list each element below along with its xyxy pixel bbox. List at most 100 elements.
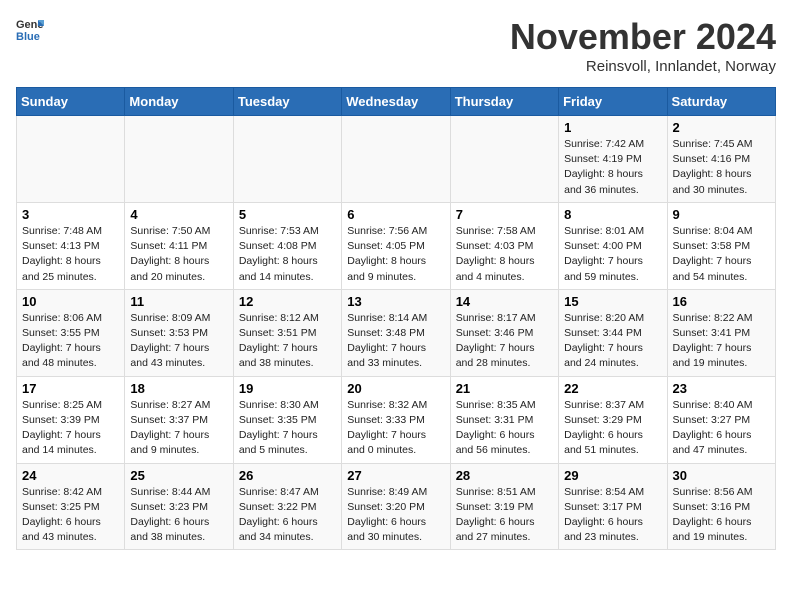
day-number: 10 — [22, 294, 119, 309]
calendar-cell: 7Sunrise: 7:58 AM Sunset: 4:03 PM Daylig… — [450, 202, 558, 289]
day-number: 19 — [239, 381, 336, 396]
subtitle: Reinsvoll, Innlandet, Norway — [510, 58, 776, 75]
calendar-cell: 4Sunrise: 7:50 AM Sunset: 4:11 PM Daylig… — [125, 202, 233, 289]
calendar-cell: 18 Sunrise: 8:27 AM Sunset: 3:37 PM Dayli… — [125, 376, 233, 463]
header-cell-saturday: Saturday — [667, 88, 775, 116]
svg-text:Blue: Blue — [16, 31, 40, 43]
calendar-cell: 26 Sunrise: 8:47 AM Sunset: 3:22 PM Dayli… — [233, 463, 341, 550]
day-info: Sunrise: 7:48 AM Sunset: 4:13 PM Dayligh… — [22, 224, 119, 285]
header-row: SundayMondayTuesdayWednesdayThursdayFrid… — [17, 88, 776, 116]
calendar-cell: 10 Sunrise: 8:06 AM Sunset: 3:55 PM Dayli… — [17, 289, 125, 376]
day-info: Sunrise: 8:01 AM Sunset: 4:00 PM Dayligh… — [564, 224, 661, 285]
header: General Blue November 2024 Reinsvoll, In… — [16, 16, 776, 75]
calendar-cell: 28 Sunrise: 8:51 AM Sunset: 3:19 PM Dayli… — [450, 463, 558, 550]
calendar-cell: 21 Sunrise: 8:35 AM Sunset: 3:31 PM Dayli… — [450, 376, 558, 463]
day-info: Sunrise: 7:56 AM Sunset: 4:05 PM Dayligh… — [347, 224, 444, 285]
day-info: Sunrise: 8:12 AM Sunset: 3:51 PM Dayligh… — [239, 311, 336, 372]
day-info: Sunrise: 8:56 AM Sunset: 3:16 PM Dayligh… — [673, 485, 770, 546]
day-number: 26 — [239, 468, 336, 483]
calendar-cell — [450, 116, 558, 203]
day-number: 24 — [22, 468, 119, 483]
day-info: Sunrise: 7:42 AM Sunset: 4:19 PM Dayligh… — [564, 137, 661, 198]
calendar-cell: 24 Sunrise: 8:42 AM Sunset: 3:25 PM Dayli… — [17, 463, 125, 550]
calendar-cell: 6Sunrise: 7:56 AM Sunset: 4:05 PM Daylig… — [342, 202, 450, 289]
week-row-1: 1Sunrise: 7:42 AM Sunset: 4:19 PM Daylig… — [17, 116, 776, 203]
day-number: 17 — [22, 381, 119, 396]
day-number: 8 — [564, 207, 661, 222]
day-info: Sunrise: 8:25 AM Sunset: 3:39 PM Dayligh… — [22, 398, 119, 459]
calendar-cell — [125, 116, 233, 203]
week-row-2: 3 Sunrise: 7:48 AM Sunset: 4:13 PM Daylig… — [17, 202, 776, 289]
day-info: Sunrise: 8:44 AM Sunset: 3:23 PM Dayligh… — [130, 485, 227, 546]
day-info: Sunrise: 8:32 AM Sunset: 3:33 PM Dayligh… — [347, 398, 444, 459]
day-number: 25 — [130, 468, 227, 483]
day-info: Sunrise: 8:27 AM Sunset: 3:37 PM Dayligh… — [130, 398, 227, 459]
calendar-cell: 12 Sunrise: 8:12 AM Sunset: 3:51 PM Dayli… — [233, 289, 341, 376]
calendar-cell: 15 Sunrise: 8:20 AM Sunset: 3:44 PM Dayli… — [559, 289, 667, 376]
title-section: November 2024 Reinsvoll, Innlandet, Norw… — [510, 16, 776, 75]
header-cell-wednesday: Wednesday — [342, 88, 450, 116]
calendar-cell: 5Sunrise: 7:53 AM Sunset: 4:08 PM Daylig… — [233, 202, 341, 289]
day-info: Sunrise: 7:45 AM Sunset: 4:16 PM Dayligh… — [673, 137, 770, 198]
day-number: 2 — [673, 120, 770, 135]
day-number: 14 — [456, 294, 553, 309]
day-number: 29 — [564, 468, 661, 483]
day-number: 13 — [347, 294, 444, 309]
day-info: Sunrise: 8:30 AM Sunset: 3:35 PM Dayligh… — [239, 398, 336, 459]
day-number: 9 — [673, 207, 770, 222]
day-info: Sunrise: 8:51 AM Sunset: 3:19 PM Dayligh… — [456, 485, 553, 546]
week-row-4: 17 Sunrise: 8:25 AM Sunset: 3:39 PM Dayli… — [17, 376, 776, 463]
day-number: 28 — [456, 468, 553, 483]
day-info: Sunrise: 8:35 AM Sunset: 3:31 PM Dayligh… — [456, 398, 553, 459]
day-number: 4 — [130, 207, 227, 222]
calendar-cell: 17 Sunrise: 8:25 AM Sunset: 3:39 PM Dayli… — [17, 376, 125, 463]
calendar-cell: 14 Sunrise: 8:17 AM Sunset: 3:46 PM Dayli… — [450, 289, 558, 376]
calendar-cell: 9 Sunrise: 8:04 AM Sunset: 3:58 PM Daylig… — [667, 202, 775, 289]
logo-icon: General Blue — [16, 16, 44, 44]
month-title: November 2024 — [510, 16, 776, 58]
week-row-5: 24 Sunrise: 8:42 AM Sunset: 3:25 PM Dayli… — [17, 463, 776, 550]
day-info: Sunrise: 8:04 AM Sunset: 3:58 PM Dayligh… — [673, 224, 770, 285]
day-number: 3 — [22, 207, 119, 222]
day-number: 18 — [130, 381, 227, 396]
calendar-cell: 11Sunrise: 8:09 AM Sunset: 3:53 PM Dayli… — [125, 289, 233, 376]
day-info: Sunrise: 8:49 AM Sunset: 3:20 PM Dayligh… — [347, 485, 444, 546]
calendar-cell: 29 Sunrise: 8:54 AM Sunset: 3:17 PM Dayli… — [559, 463, 667, 550]
day-number: 15 — [564, 294, 661, 309]
calendar-cell: 8 Sunrise: 8:01 AM Sunset: 4:00 PM Daylig… — [559, 202, 667, 289]
day-number: 30 — [673, 468, 770, 483]
calendar-cell: 25 Sunrise: 8:44 AM Sunset: 3:23 PM Dayli… — [125, 463, 233, 550]
calendar-table: SundayMondayTuesdayWednesdayThursdayFrid… — [16, 87, 776, 550]
calendar-cell: 2 Sunrise: 7:45 AM Sunset: 4:16 PM Daylig… — [667, 116, 775, 203]
calendar-cell — [233, 116, 341, 203]
day-info: Sunrise: 8:17 AM Sunset: 3:46 PM Dayligh… — [456, 311, 553, 372]
day-number: 7 — [456, 207, 553, 222]
day-info: Sunrise: 8:42 AM Sunset: 3:25 PM Dayligh… — [22, 485, 119, 546]
day-info: Sunrise: 8:06 AM Sunset: 3:55 PM Dayligh… — [22, 311, 119, 372]
calendar-cell: 1Sunrise: 7:42 AM Sunset: 4:19 PM Daylig… — [559, 116, 667, 203]
day-info: Sunrise: 8:54 AM Sunset: 3:17 PM Dayligh… — [564, 485, 661, 546]
day-number: 23 — [673, 381, 770, 396]
day-number: 12 — [239, 294, 336, 309]
day-info: Sunrise: 8:47 AM Sunset: 3:22 PM Dayligh… — [239, 485, 336, 546]
day-number: 16 — [673, 294, 770, 309]
header-cell-thursday: Thursday — [450, 88, 558, 116]
header-cell-sunday: Sunday — [17, 88, 125, 116]
week-row-3: 10 Sunrise: 8:06 AM Sunset: 3:55 PM Dayli… — [17, 289, 776, 376]
day-info: Sunrise: 8:37 AM Sunset: 3:29 PM Dayligh… — [564, 398, 661, 459]
day-number: 27 — [347, 468, 444, 483]
day-number: 11 — [130, 294, 227, 309]
logo: General Blue — [16, 16, 44, 44]
day-info: Sunrise: 8:14 AM Sunset: 3:48 PM Dayligh… — [347, 311, 444, 372]
day-number: 21 — [456, 381, 553, 396]
calendar-cell: 16Sunrise: 8:22 AM Sunset: 3:41 PM Dayli… — [667, 289, 775, 376]
calendar-cell — [17, 116, 125, 203]
calendar-cell: 27 Sunrise: 8:49 AM Sunset: 3:20 PM Dayli… — [342, 463, 450, 550]
header-cell-monday: Monday — [125, 88, 233, 116]
calendar-cell — [342, 116, 450, 203]
calendar-cell: 23Sunrise: 8:40 AM Sunset: 3:27 PM Dayli… — [667, 376, 775, 463]
day-number: 5 — [239, 207, 336, 222]
day-info: Sunrise: 8:20 AM Sunset: 3:44 PM Dayligh… — [564, 311, 661, 372]
calendar-cell: 22Sunrise: 8:37 AM Sunset: 3:29 PM Dayli… — [559, 376, 667, 463]
calendar-cell: 20Sunrise: 8:32 AM Sunset: 3:33 PM Dayli… — [342, 376, 450, 463]
